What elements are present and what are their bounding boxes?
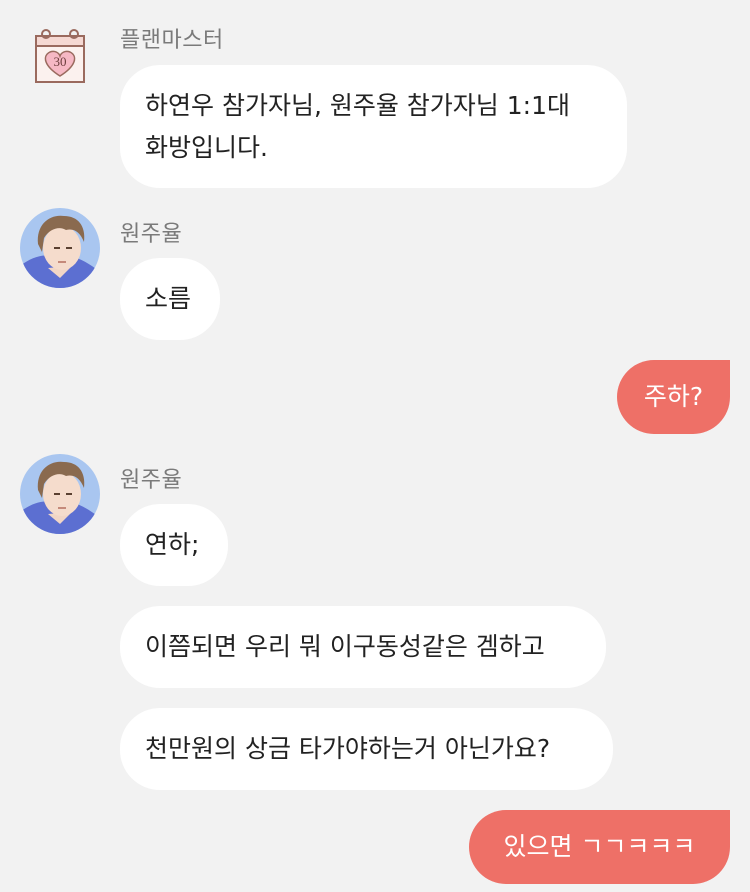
my-message-bubble: 주하? [617, 360, 730, 434]
message-line: 하연우 참가자님, 원주율 참가자님 1:1대 [145, 91, 570, 120]
sender-name: 원주율 [120, 222, 183, 247]
message-line: 화방입니다. [145, 133, 268, 162]
avatar[interactable] [20, 208, 100, 288]
sender-name: 플랜마스터 [120, 28, 224, 53]
message-bubble: 천만원의 상금 타가야하는거 아닌가요? [120, 708, 613, 790]
planmaster-calendar-icon: 30 [34, 26, 86, 84]
calendar-number: 30 [54, 54, 67, 69]
sender-name: 원주율 [120, 468, 183, 493]
message-bubble: 연하; [120, 504, 228, 586]
message-bubble: 소름 [120, 258, 220, 340]
message-bubble: 하연우 참가자님, 원주율 참가자님 1:1대 화방입니다. [120, 65, 627, 188]
message-bubble: 이쯤되면 우리 뭐 이구동성같은 겜하고 [120, 606, 606, 688]
avatar[interactable] [20, 454, 100, 534]
my-message-bubble: 있으면 ㄱㄱㅋㅋㅋ [469, 810, 730, 884]
